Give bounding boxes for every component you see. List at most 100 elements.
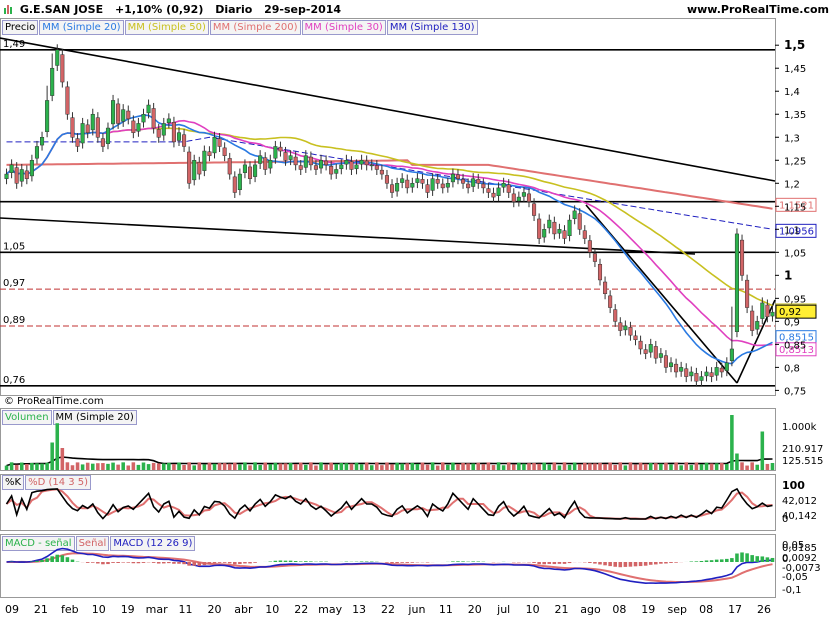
volume-bar (537, 463, 541, 470)
candle-body (577, 213, 582, 230)
macd-histogram-bar (212, 562, 217, 564)
candle-body (151, 108, 156, 129)
volume-bar (425, 464, 430, 470)
volume-bar (248, 465, 252, 470)
candle-body (684, 368, 689, 377)
candle-body (369, 164, 374, 167)
candle-body (745, 279, 750, 308)
candle-body (679, 367, 684, 372)
macd-histogram-bar (182, 562, 186, 565)
macd-histogram-bar (745, 553, 749, 562)
macd-histogram-bar (304, 561, 308, 562)
level-label: 0,97 (3, 278, 25, 289)
macd-histogram-bar (765, 557, 770, 562)
volume-bar (293, 464, 298, 470)
volume-bar (593, 463, 597, 470)
macd-histogram-bar (714, 559, 719, 562)
macd-histogram-bar (309, 561, 313, 562)
volume-bar (486, 462, 491, 470)
candle-body (34, 146, 39, 159)
candle-body (435, 179, 440, 184)
macd-histogram-bar (106, 562, 110, 565)
candle-body (116, 103, 121, 124)
candle-body (232, 176, 237, 193)
volume-bar (760, 431, 765, 470)
volume-bar (623, 465, 628, 470)
candle-body (704, 371, 709, 377)
candle-body (197, 162, 202, 175)
volume-bar (491, 465, 496, 470)
candle-body (491, 192, 496, 198)
macd-histogram-bar (740, 552, 744, 562)
volume-bar (532, 463, 536, 470)
volume-bar (96, 463, 100, 470)
volume-bar (562, 462, 567, 470)
macd-histogram-bar (532, 562, 536, 563)
candle-body (628, 327, 633, 336)
volume-bar (638, 462, 643, 470)
macd-histogram-bar (217, 562, 222, 563)
volume-bar (451, 462, 455, 470)
macd-histogram-bar (177, 562, 181, 564)
candle-body (537, 218, 542, 239)
volume-bar (583, 462, 587, 470)
volume-bar (669, 464, 673, 470)
candle-body (126, 110, 131, 120)
volume-bar (547, 464, 552, 470)
candle-body (699, 376, 704, 381)
volume-bar (207, 462, 212, 470)
volume-bar (111, 462, 115, 470)
candle-body (755, 321, 760, 330)
volume-bar (709, 463, 714, 470)
candle-body (50, 67, 55, 96)
candle-body (760, 302, 765, 319)
volume-bar (496, 462, 501, 470)
macd-histogram-bar (359, 561, 364, 562)
volume-bar (314, 465, 318, 470)
candle-body (516, 196, 521, 202)
candle-body (247, 166, 253, 179)
candle-body (207, 151, 212, 156)
macd-histogram-bar (400, 562, 404, 563)
candle-body (187, 151, 192, 184)
candle-body (334, 169, 339, 174)
x-tick-label: 22 (381, 603, 395, 616)
macd-histogram-bar (689, 561, 694, 562)
macd-histogram-bar (288, 560, 293, 562)
candle-body (329, 166, 334, 175)
macd-histogram-bar (273, 560, 278, 562)
candle-body (440, 183, 445, 189)
candle-body (156, 129, 161, 138)
macd-histogram-bar (101, 562, 105, 565)
volume-bar (192, 465, 196, 470)
panel-frame (0, 534, 776, 598)
volume-bar (689, 465, 694, 470)
volume-bar (755, 464, 760, 470)
volume-bar (354, 462, 359, 470)
volume-bar (552, 462, 557, 470)
volume-bar (126, 465, 131, 470)
volume-bar (364, 462, 369, 470)
x-tick-label: 21 (555, 603, 569, 616)
candle-body (455, 174, 461, 179)
y-tick-label: 1,4 (784, 87, 800, 98)
candle-body (587, 240, 592, 253)
candle-body (136, 123, 141, 132)
stock-chart[interactable]: 1,491,050,970,890,76 1,15211,09560,92260… (0, 0, 835, 620)
x-tick-label: 19 (641, 603, 655, 616)
macd-histogram-bar (156, 562, 161, 564)
candle-body (608, 295, 613, 308)
volume-bar (674, 462, 678, 470)
macd-histogram-bar (456, 561, 460, 562)
macd-histogram-bar (55, 554, 60, 562)
y-tick-label: 1,15 (784, 202, 806, 213)
macd-histogram-bar (471, 561, 475, 562)
volume-bar (14, 464, 19, 470)
macd-histogram-bar (202, 562, 207, 566)
volume-bar (542, 462, 546, 470)
macd-histogram-bar (283, 560, 288, 562)
volume-bar (202, 464, 207, 470)
volume-bars (4, 415, 775, 470)
macd-histogram-bar (111, 562, 115, 563)
volume-bar (730, 415, 734, 470)
